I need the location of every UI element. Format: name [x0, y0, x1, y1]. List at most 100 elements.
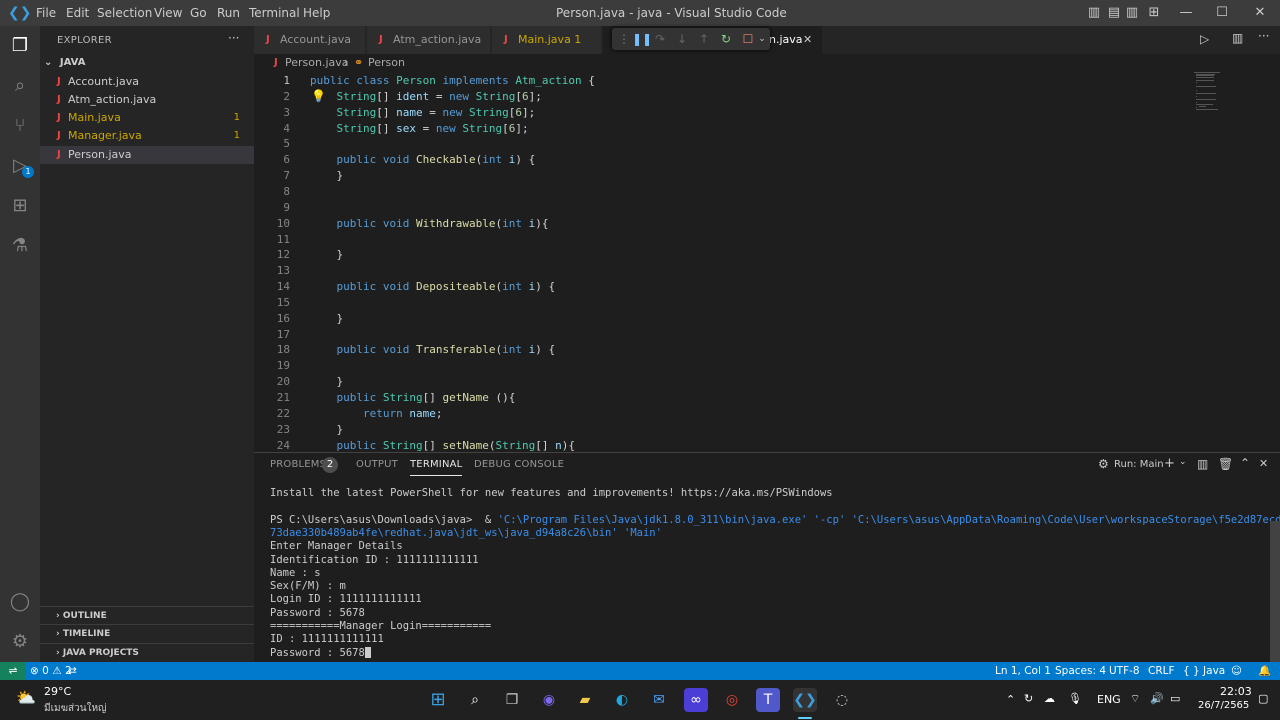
code-line[interactable]: public void Transferable(int i) { [310, 343, 556, 356]
visual-studio-icon[interactable]: ∞ [684, 688, 708, 712]
panel-tab-output[interactable]: OUTPUT [356, 459, 398, 470]
menu-help[interactable]: Help [303, 6, 330, 20]
close-button[interactable]: ✕ [1250, 3, 1270, 23]
chevron-down-icon[interactable]: ⌄ [1179, 457, 1187, 467]
tab-account-java[interactable]: J Account.java [254, 26, 366, 54]
more-actions-icon[interactable]: ··· [228, 31, 239, 45]
minimize-button[interactable]: — [1176, 3, 1196, 23]
notifications-icon[interactable]: 🔔 [1258, 662, 1271, 680]
maximize-button[interactable]: ☐ [1212, 3, 1232, 23]
problems-status[interactable]: ⊗ 0 ⚠ 2 [30, 662, 72, 680]
code-line[interactable]: } [310, 423, 343, 436]
wifi-icon[interactable]: ⌔ [1130, 692, 1140, 706]
edge-browser-icon[interactable]: ◐ [610, 688, 634, 712]
testing-icon[interactable]: ⚗ [8, 234, 32, 258]
restart-icon[interactable]: ↻ [718, 31, 734, 47]
menu-file[interactable]: File [36, 6, 56, 20]
code-line[interactable]: public void Depositeable(int i) { [310, 280, 556, 293]
menu-run[interactable]: Run [217, 6, 240, 20]
code-line[interactable]: String[] ident = new String[6]; [310, 90, 542, 103]
tab-close-icon[interactable]: ✕ [803, 26, 812, 54]
indentation[interactable]: Spaces: 4 [1055, 662, 1106, 680]
breadcrumb-symbol[interactable]: Person [368, 54, 405, 72]
feedback-icon[interactable]: ☺ [1231, 662, 1242, 680]
tab-atm-action-java[interactable]: J Atm_action.java [367, 26, 491, 54]
code-editor[interactable]: 1 2 3 4 5 6 7 8 9 10 11 12 13 14 15 16 17 18 19 20 21 22 23 24 … [254, 72, 1280, 452]
microphone-icon[interactable]: 🎙 [1068, 692, 1082, 705]
code-line[interactable]: public class Person implements Atm_actio… [310, 74, 595, 87]
code-line[interactable]: } [310, 375, 343, 388]
drag-handle-icon[interactable]: ⋮ [616, 31, 632, 47]
search-icon[interactable]: ⌕ [8, 74, 32, 98]
weather-icon[interactable]: ⛅ [16, 688, 36, 707]
menu-view[interactable]: View [154, 6, 182, 20]
code-line[interactable]: public void Withdrawable(int i){ [310, 217, 549, 230]
breadcrumb-file[interactable]: Person.java [285, 54, 349, 72]
java-status-icon[interactable]: ⇄ [68, 662, 77, 680]
battery-icon[interactable]: ▭ [1170, 692, 1180, 705]
chevron-down-icon[interactable]: ⌄ [754, 31, 770, 47]
panel-tab-terminal[interactable]: TERMINAL [410, 459, 463, 476]
start-windows-icon[interactable]: ⊞ [426, 688, 450, 712]
editor-more-icon[interactable]: ··· [1258, 29, 1269, 43]
step-into-icon[interactable]: ↓ [674, 31, 690, 47]
file-person-java[interactable]: J Person.java [40, 146, 254, 164]
toggle-secondary-sidebar-icon[interactable]: ▥ [1122, 3, 1142, 23]
accounts-icon[interactable]: ◯ [8, 590, 32, 614]
cursor-position[interactable]: Ln 1, Col 1 [995, 662, 1051, 680]
settings-gear-icon[interactable]: ⚙ [8, 630, 32, 654]
github-desktop-icon[interactable]: ◌ [830, 688, 854, 712]
toggle-panel-icon[interactable]: ▤ [1104, 3, 1124, 23]
extensions-icon[interactable]: ⊞ [8, 194, 32, 218]
clock-time[interactable]: 22:03 [1220, 685, 1252, 698]
close-panel-icon[interactable]: ✕ [1259, 457, 1268, 470]
line-ending[interactable]: CRLF [1148, 662, 1175, 680]
file-atm-action-java[interactable]: J Atm_action.java [40, 91, 254, 109]
chat-icon[interactable]: ◉ [537, 688, 561, 712]
folder-header[interactable]: ⌄ JAVA [40, 54, 254, 72]
code-line[interactable]: public String[] getName (){ [310, 391, 516, 404]
toggle-sidebar-icon[interactable]: ▥ [1084, 3, 1104, 23]
code-line[interactable]: } [310, 169, 343, 182]
split-editor-icon[interactable]: ▥ [1232, 31, 1243, 45]
panel-tab-problems[interactable]: PROBLEMS [270, 459, 326, 470]
network-sync-icon[interactable]: ↻ [1024, 692, 1033, 705]
panel-tab-debug-console[interactable]: DEBUG CONSOLE [474, 459, 564, 470]
onedrive-icon[interactable]: ☁ [1044, 692, 1055, 705]
file-account-java[interactable]: J Account.java [40, 73, 254, 91]
remote-indicator-icon[interactable]: ⇌ [0, 662, 26, 680]
run-file-icon[interactable]: ▷ [1200, 32, 1209, 46]
notification-center-icon[interactable]: ▢ [1258, 692, 1268, 705]
code-line[interactable]: } [310, 312, 343, 325]
file-manager-java[interactable]: J Manager.java 1 [40, 127, 254, 145]
task-view-icon[interactable]: ❐ [500, 688, 524, 712]
customize-layout-icon[interactable]: ⊞ [1144, 3, 1164, 23]
code-line[interactable]: public void Checkable(int i) { [310, 153, 536, 166]
outline-section[interactable]: › OUTLINE [40, 606, 254, 624]
code-line[interactable]: } [310, 248, 343, 261]
java-projects-section[interactable]: › JAVA PROJECTS [40, 643, 254, 661]
code-line[interactable]: return name; [310, 407, 443, 420]
explorer-icon[interactable]: ❐ [8, 34, 32, 58]
step-over-icon[interactable]: ↷ [652, 31, 668, 47]
input-language[interactable]: ENG [1097, 693, 1121, 706]
lightbulb-icon[interactable]: 💡 [311, 89, 326, 103]
split-terminal-icon[interactable]: ▥ [1197, 457, 1208, 471]
maximize-panel-icon[interactable]: ⌃ [1240, 456, 1250, 470]
language-mode[interactable]: { } Java [1183, 662, 1225, 680]
teams-icon[interactable]: T [756, 688, 780, 712]
volume-icon[interactable]: 🔊 [1150, 692, 1164, 705]
minimap[interactable] [1194, 72, 1224, 112]
code-line[interactable]: String[] sex = new String[6]; [310, 122, 529, 135]
chrome-icon[interactable]: ◎ [720, 688, 744, 712]
new-terminal-icon[interactable]: + [1164, 456, 1175, 471]
menu-selection[interactable]: Selection [97, 6, 152, 20]
tab-main-java[interactable]: J Main.java 1 [492, 26, 602, 54]
mail-icon[interactable]: ✉ [647, 688, 671, 712]
file-explorer-icon[interactable]: ▰ [573, 688, 597, 712]
vscode-taskbar-icon[interactable]: ❮❯ [793, 688, 817, 712]
menu-terminal[interactable]: Terminal [249, 6, 300, 20]
clock-date[interactable]: 26/7/2565 [1198, 700, 1249, 711]
encoding[interactable]: UTF-8 [1109, 662, 1140, 680]
search-icon[interactable]: ⌕ [463, 688, 487, 712]
